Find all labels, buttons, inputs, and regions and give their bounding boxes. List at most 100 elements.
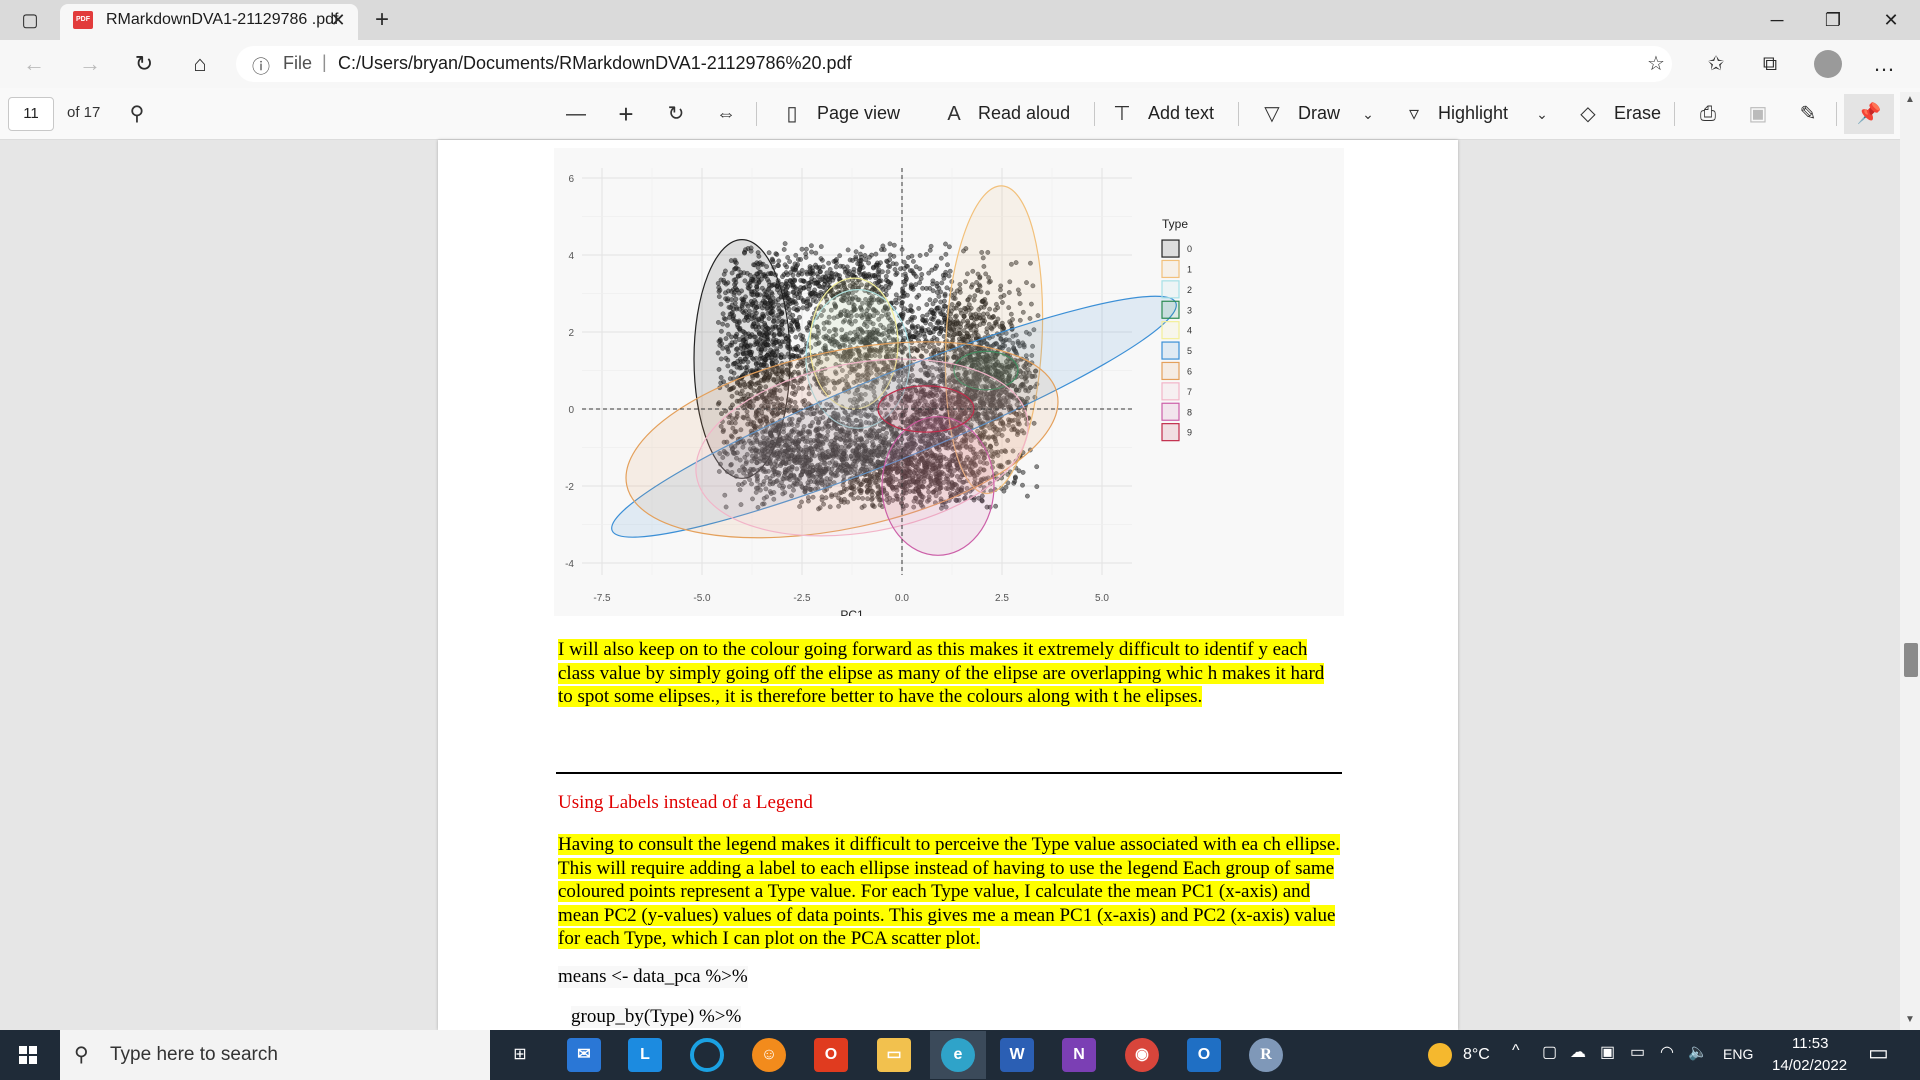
home-icon[interactable]: ⌂ bbox=[180, 46, 220, 82]
info-icon[interactable]: ⓘ bbox=[252, 53, 270, 79]
fit-width-icon[interactable]: ⇔ bbox=[710, 98, 742, 130]
erase-button[interactable]: Erase bbox=[1614, 103, 1661, 124]
minimize-icon[interactable]: ─ bbox=[1754, 6, 1800, 34]
data-point bbox=[936, 305, 941, 311]
data-point bbox=[796, 306, 801, 312]
data-point bbox=[838, 263, 843, 269]
favorites-icon[interactable]: ✩ bbox=[1696, 46, 1736, 82]
data-point bbox=[813, 293, 819, 299]
close-window-icon[interactable]: ✕ bbox=[1868, 6, 1914, 34]
data-point bbox=[790, 327, 796, 333]
zoom-in-icon[interactable]: + bbox=[610, 98, 642, 130]
data-point bbox=[775, 263, 781, 268]
print-icon[interactable]: ⎙ bbox=[1692, 98, 1724, 130]
more-icon[interactable]: … bbox=[1864, 46, 1904, 82]
data-point bbox=[916, 292, 922, 298]
read-aloud-icon[interactable]: A bbox=[940, 98, 968, 130]
restore-icon[interactable]: ❐ bbox=[1810, 6, 1856, 34]
highlight-dropdown-icon[interactable]: ⌄ bbox=[1528, 98, 1556, 130]
data-point bbox=[853, 254, 859, 260]
zoom-out-icon[interactable]: — bbox=[560, 98, 592, 130]
data-point bbox=[859, 244, 865, 250]
favorite-add-icon[interactable]: ☆ bbox=[1636, 46, 1676, 82]
data-point bbox=[792, 261, 798, 267]
address-url[interactable]: C:/Users/bryan/Documents/RMarkdownDVA1-2… bbox=[338, 53, 852, 74]
data-point bbox=[794, 322, 800, 327]
toolbar-divider bbox=[1094, 102, 1095, 126]
data-point bbox=[776, 258, 782, 264]
new-tab-icon[interactable]: + bbox=[362, 2, 402, 38]
data-point bbox=[927, 330, 932, 336]
collections-icon[interactable]: ⧉ bbox=[1750, 46, 1790, 82]
draw-button[interactable]: Draw bbox=[1298, 103, 1340, 124]
data-point bbox=[791, 306, 797, 312]
data-point bbox=[930, 301, 936, 307]
data-point bbox=[905, 319, 911, 325]
rotate-icon[interactable]: ↻ bbox=[660, 98, 692, 130]
page-number-input[interactable]: 11 bbox=[8, 97, 54, 131]
tab-actions-icon[interactable]: ▢ bbox=[10, 2, 50, 38]
back-icon[interactable]: ← bbox=[14, 46, 54, 82]
data-point bbox=[803, 246, 809, 252]
data-point bbox=[795, 272, 801, 278]
data-point bbox=[817, 278, 823, 283]
profile-icon[interactable] bbox=[1814, 50, 1842, 78]
data-point bbox=[934, 289, 940, 295]
data-point bbox=[938, 320, 944, 326]
toolbar-divider bbox=[1674, 102, 1675, 126]
data-point bbox=[783, 290, 789, 296]
data-point bbox=[829, 274, 835, 280]
forward-icon[interactable]: → bbox=[70, 46, 110, 82]
data-point bbox=[918, 276, 924, 282]
pin-icon[interactable]: 📌 bbox=[1852, 98, 1886, 130]
data-point bbox=[834, 257, 839, 262]
data-point bbox=[793, 345, 799, 351]
data-point bbox=[812, 287, 817, 293]
data-point bbox=[938, 255, 944, 261]
data-point bbox=[787, 259, 793, 265]
data-point bbox=[910, 334, 916, 340]
search-icon[interactable]: ⚲ bbox=[122, 98, 152, 130]
data-point bbox=[931, 314, 937, 320]
draw-dropdown-icon[interactable]: ⌄ bbox=[1354, 98, 1382, 130]
page-view-button[interactable]: Page view bbox=[817, 103, 900, 124]
data-point bbox=[916, 305, 922, 311]
add-text-button[interactable]: Add text bbox=[1148, 103, 1214, 124]
data-point bbox=[1020, 482, 1025, 488]
data-point bbox=[927, 321, 933, 327]
data-point bbox=[803, 255, 809, 260]
data-point bbox=[790, 282, 796, 288]
read-aloud-button[interactable]: Read aloud bbox=[978, 103, 1070, 124]
data-point bbox=[993, 503, 998, 509]
data-point bbox=[939, 280, 945, 286]
highlight-button[interactable]: Highlight bbox=[1438, 103, 1508, 124]
draw-icon[interactable]: ▽ bbox=[1258, 98, 1286, 130]
save-as-icon[interactable]: ✎ bbox=[1792, 98, 1824, 130]
data-point bbox=[793, 301, 799, 307]
data-point bbox=[837, 253, 843, 259]
data-point bbox=[945, 262, 950, 268]
refresh-icon[interactable]: ↻ bbox=[124, 46, 164, 82]
highlight-icon[interactable]: ▿ bbox=[1400, 98, 1428, 130]
data-point bbox=[786, 310, 792, 316]
address-prefix: File bbox=[283, 53, 313, 73]
data-point bbox=[818, 256, 824, 262]
close-tab-icon[interactable]: ✕ bbox=[318, 2, 358, 38]
data-point bbox=[790, 265, 796, 271]
data-point bbox=[930, 278, 936, 284]
data-point bbox=[782, 241, 788, 247]
data-point bbox=[913, 282, 919, 288]
page-view-icon[interactable]: ▯ bbox=[778, 98, 806, 130]
erase-icon[interactable]: ◇ bbox=[1574, 98, 1602, 130]
pdf-file-icon: PDF bbox=[73, 11, 93, 29]
data-point bbox=[798, 285, 804, 291]
data-point bbox=[891, 242, 897, 248]
data-point bbox=[800, 337, 806, 343]
data-point bbox=[902, 282, 908, 288]
data-point bbox=[824, 270, 830, 276]
add-text-icon[interactable]: ⊤ bbox=[1108, 98, 1136, 130]
data-point bbox=[1020, 469, 1026, 475]
data-point bbox=[917, 266, 923, 272]
save-icon[interactable]: ▣ bbox=[1742, 98, 1774, 130]
data-point bbox=[883, 273, 889, 279]
